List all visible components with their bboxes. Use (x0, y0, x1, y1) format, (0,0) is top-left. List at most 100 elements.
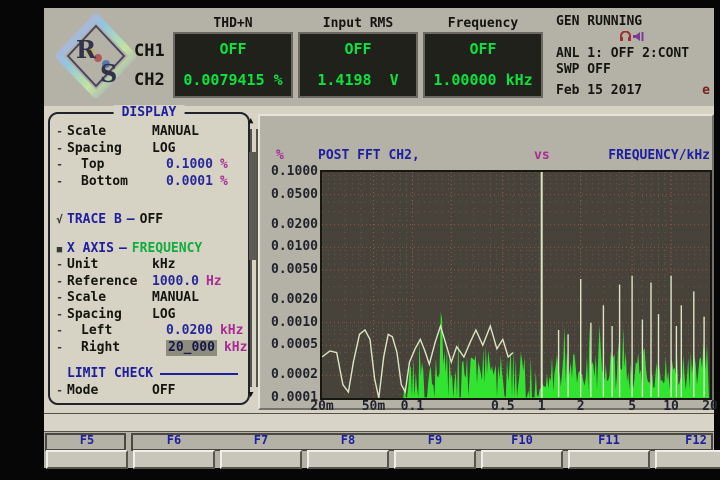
menu-item-value[interactable]: 1000.0 (152, 274, 199, 290)
menu-rows: -ScaleMANUAL-SpacingLOG-Top0.1000%-Botto… (52, 124, 244, 399)
menu-rule-line (160, 373, 238, 375)
menu-scrollbar[interactable]: ▲ ▼ (247, 116, 258, 400)
scroll-down-icon[interactable]: ▼ (248, 390, 253, 400)
meter-thdn-ch2: 0.0079415 % (175, 65, 291, 96)
spectrum-plot (320, 170, 712, 400)
menu-item-value[interactable]: MANUAL (152, 124, 199, 140)
x-tick-label: 0.1 (390, 400, 434, 414)
menu-item-value[interactable]: kHz (152, 257, 175, 273)
menu-item-unit: Hz (206, 274, 222, 290)
y-tick-label: 0.0050 (258, 263, 318, 277)
menu-item-bottom[interactable]: -Bottom0.0001% (52, 174, 244, 191)
fkey-label-f5: F5 (65, 434, 109, 447)
x-tick-label: 2 (559, 400, 603, 414)
menu-item-left[interactable]: -Left0.0200kHz (52, 323, 244, 340)
monitor-icon (632, 31, 644, 42)
menu-item-label: Reference (67, 274, 152, 290)
menu-item-value[interactable]: LOG (152, 141, 175, 157)
menu-item-label: Spacing (67, 307, 152, 323)
meter-label-thdn: THD+N (173, 16, 293, 31)
softkey-button-1[interactable] (46, 450, 128, 469)
menu-item-limit-check[interactable]: LIMIT CHECK (52, 366, 244, 383)
menu-item-trace-b[interactable]: √TRACE B—OFF (52, 212, 244, 229)
menu-item-scale[interactable]: -ScaleMANUAL (52, 124, 244, 141)
menu-item-value[interactable]: 0.1000 (166, 157, 213, 173)
x-tick-label: 0.5 (481, 400, 525, 414)
meter-label-frequency: Frequency (423, 16, 543, 31)
menu-item-reference[interactable]: -Reference1000.0 Hz (52, 274, 244, 291)
menu-item-label: Scale (67, 124, 152, 140)
menu-item-value[interactable]: MANUAL (152, 290, 199, 306)
meter-inputrms-ch1: OFF (300, 34, 416, 65)
header-bar: R S CH1 CH2 THD+N OFF 0.0079415 % Input … (44, 8, 714, 108)
swp-status: SWP OFF (556, 62, 712, 78)
meter-inputrms-ch2: 1.4198 V (300, 65, 416, 96)
menu-title: DISPLAY (114, 105, 185, 120)
scrollbar-thumb[interactable] (249, 152, 256, 260)
menu-item-scale[interactable]: -ScaleMANUAL (52, 290, 244, 307)
meter-display-frequency: OFF 1.00000 kHz (423, 32, 543, 98)
menu-item-right[interactable]: -Right20_000kHz (52, 340, 244, 357)
chart-title: POST FFT CH2, (318, 148, 420, 163)
scroll-up-icon[interactable]: ▲ (248, 116, 253, 126)
dash-bullet-icon: - (52, 340, 67, 356)
fkey-label-f7: F7 (239, 434, 283, 447)
meter-display-thdn: OFF 0.0079415 % (173, 32, 293, 98)
menu-item-label: TRACE B (67, 212, 122, 228)
instrument-screen: R S CH1 CH2 THD+N OFF 0.0079415 % Input … (0, 0, 720, 480)
fkey-label-f9: F9 (413, 434, 457, 447)
meter-label-inputrms: Input RMS (298, 16, 418, 31)
menu-item-unit[interactable]: -UnitkHz (52, 257, 244, 274)
dash-bullet-icon: - (52, 174, 67, 190)
menu-item-value[interactable]: 0.0001 (166, 174, 213, 190)
dash-bullet-icon: - (52, 124, 67, 140)
softkey-button-6[interactable] (481, 450, 563, 469)
menu-item-label: LIMIT CHECK (67, 366, 153, 382)
menu-item-label: Right (67, 340, 166, 356)
menu-item-value[interactable]: OFF (140, 212, 163, 228)
y-tick-label: 0.0005 (258, 338, 318, 352)
svg-text:S: S (100, 59, 117, 88)
menu-item-spacing[interactable]: -SpacingLOG (52, 307, 244, 324)
fkey-label-f6: F6 (152, 434, 196, 447)
meter-frequency-ch1: OFF (425, 34, 541, 65)
menu-item-label: Unit (67, 257, 152, 273)
menu-item-value[interactable]: LOG (152, 307, 175, 323)
menu-item-value[interactable]: 0.0200 (166, 323, 213, 339)
menu-item-value[interactable]: OFF (152, 383, 175, 399)
menu-dash: — (114, 241, 132, 257)
softkey-button-8[interactable] (655, 450, 720, 469)
menu-item-unit: % (220, 157, 228, 173)
dash-bullet-icon: - (52, 157, 67, 173)
check-icon: √ (52, 212, 67, 228)
function-key-area: F5F6F7F8F9F10F11F12 (44, 432, 714, 468)
meter-thdn-ch1: OFF (175, 34, 291, 65)
softkey-button-7[interactable] (568, 450, 650, 469)
y-tick-label: 0.1000 (258, 165, 318, 179)
menu-item-mode[interactable]: -ModeOFF (52, 383, 244, 400)
menu-item-x-axis[interactable]: ■X AXIS—FREQUENCY (52, 241, 244, 258)
dash-bullet-icon: - (52, 274, 67, 290)
meter-display-inputrms: OFF 1.4198 V (298, 32, 418, 98)
softkey-button-4[interactable] (307, 450, 389, 469)
svg-text:R: R (76, 35, 97, 64)
y-tick-label: 0.0200 (258, 218, 318, 232)
x-tick-label: 10 (649, 400, 693, 414)
menu-dash: — (122, 212, 140, 228)
menu-item-spacing[interactable]: -SpacingLOG (52, 141, 244, 158)
menu-spacer (52, 229, 244, 241)
vs-label: vs (534, 148, 550, 163)
menu-item-top[interactable]: -Top0.1000% (52, 157, 244, 174)
y-tick-label: 0.0010 (258, 316, 318, 330)
menu-item-value[interactable]: FREQUENCY (132, 241, 202, 257)
softkey-button-3[interactable] (220, 450, 302, 469)
y-tick-label: 0.0020 (258, 293, 318, 307)
headphones-icon (619, 31, 632, 42)
gen-status: GEN RUNNING (556, 14, 712, 46)
y-tick-label: 0.0002 (258, 368, 318, 382)
x-tick-label: 20m (300, 400, 344, 414)
softkey-button-5[interactable] (394, 450, 476, 469)
anl-status: ANL 1: OFF 2:CONT (556, 46, 712, 62)
menu-item-value-editing[interactable]: 20_000 (166, 340, 217, 356)
softkey-button-2[interactable] (133, 450, 215, 469)
